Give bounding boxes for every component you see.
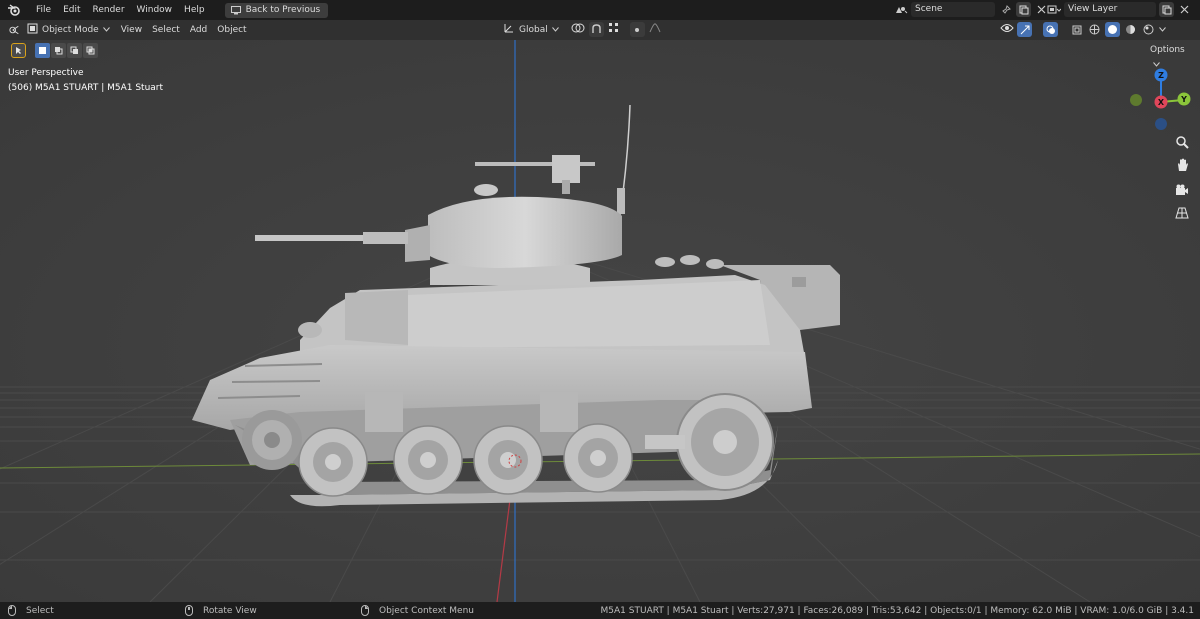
back-to-previous-button[interactable]: Back to Previous <box>224 2 329 18</box>
scene-browse-icon[interactable] <box>893 2 908 17</box>
navigation-gizmo[interactable]: Z Y X <box>1123 65 1198 140</box>
menu-view[interactable]: View <box>116 20 147 40</box>
selection-mode-group <box>35 43 98 58</box>
back-to-previous-label: Back to Previous <box>245 4 321 15</box>
view-layer-browse-icon[interactable] <box>1046 2 1061 17</box>
menu-file[interactable]: File <box>30 0 57 20</box>
gizmo-z-label: Z <box>1158 71 1164 80</box>
solid-shading-icon[interactable] <box>1105 22 1120 37</box>
menu-help[interactable]: Help <box>178 0 211 20</box>
select-tool-icon[interactable] <box>11 43 26 58</box>
mouse-right-icon <box>361 605 369 616</box>
pivot-point-icon[interactable] <box>571 22 585 37</box>
status-bar: Select Rotate View Object Context Menu M… <box>0 602 1200 619</box>
menu-edit[interactable]: Edit <box>57 0 86 20</box>
chevron-down-icon <box>551 25 559 35</box>
options-dropdown[interactable]: Options <box>1144 43 1200 67</box>
menu-add[interactable]: Add <box>185 20 212 40</box>
mouse-middle-icon <box>185 605 193 616</box>
object-mode-icon <box>27 23 38 37</box>
material-shading-icon[interactable] <box>1123 22 1138 37</box>
viewport-display-controls <box>1000 22 1166 37</box>
zoom-view-icon[interactable] <box>1172 132 1192 152</box>
pin-icon[interactable] <box>998 2 1013 17</box>
rendered-shading-icon[interactable] <box>1141 22 1156 37</box>
new-scene-icon[interactable] <box>1016 2 1031 17</box>
visibility-icon[interactable] <box>1000 23 1014 36</box>
object-info: (506) M5A1 STUART | M5A1 Stuart <box>8 83 164 93</box>
gizmo-y-label: Y <box>1180 95 1187 104</box>
transform-orientation-dropdown[interactable]: Global <box>519 25 548 35</box>
snap-toggle-icon[interactable] <box>588 22 604 37</box>
hint-context-menu: Object Context Menu <box>361 605 474 616</box>
menu-select[interactable]: Select <box>147 20 185 40</box>
proportional-edit-icon[interactable] <box>629 22 645 37</box>
transform-orientation-icon[interactable] <box>503 22 515 37</box>
wireframe-shading-icon[interactable] <box>1087 22 1102 37</box>
delete-view-layer-icon[interactable] <box>1177 2 1192 17</box>
object-mode-label: Object Mode <box>42 25 99 35</box>
menu-window[interactable]: Window <box>131 0 179 20</box>
editor-type-icon[interactable] <box>8 23 23 38</box>
chevron-down-icon <box>102 25 110 35</box>
object-mode-dropdown[interactable]: Object Mode <box>27 23 110 37</box>
blender-logo-icon[interactable] <box>6 2 22 18</box>
shading-options-chevron-icon[interactable] <box>1159 25 1166 35</box>
transform-controls: Global <box>503 22 661 37</box>
mouse-left-icon <box>8 605 16 616</box>
hint-select: Select <box>8 605 54 616</box>
overlays-toggle-icon[interactable] <box>1043 22 1058 37</box>
menu-render[interactable]: Render <box>87 0 131 20</box>
select-new-icon[interactable] <box>35 43 50 58</box>
orthographic-toggle-icon[interactable] <box>1172 203 1192 223</box>
view-layer-selector: View Layer <box>1046 2 1192 17</box>
scene-statistics: M5A1 STUART | M5A1 Stuart | Verts:27,971… <box>600 605 1194 616</box>
pan-hand-icon[interactable] <box>1172 155 1192 175</box>
falloff-curve-icon[interactable] <box>649 23 661 36</box>
view-name: User Perspective <box>8 68 84 78</box>
select-subtract-icon[interactable] <box>67 43 82 58</box>
scene-name-field[interactable]: Scene <box>911 2 995 17</box>
select-extend-icon[interactable] <box>51 43 66 58</box>
snap-increment-icon[interactable] <box>608 22 620 37</box>
gizmo-toggle-icon[interactable] <box>1017 22 1032 37</box>
new-view-layer-icon[interactable] <box>1159 2 1174 17</box>
top-menu-bar: File Edit Render Window Help Back to Pre… <box>0 0 1200 20</box>
view-layer-name-field[interactable]: View Layer <box>1064 2 1156 17</box>
xray-toggle-icon[interactable] <box>1069 22 1084 37</box>
scene-selector: Scene <box>893 2 1049 17</box>
camera-view-icon[interactable] <box>1172 180 1192 200</box>
screen-icon <box>230 5 241 14</box>
select-intersect-icon[interactable] <box>83 43 98 58</box>
hint-rotate-label: Rotate View <box>203 605 257 616</box>
gizmo-x-label: X <box>1158 98 1165 107</box>
hint-select-label: Select <box>26 605 54 616</box>
hint-rotate: Rotate View <box>185 605 257 616</box>
viewport-scene <box>0 40 1200 602</box>
menu-object[interactable]: Object <box>212 20 251 40</box>
hint-context-label: Object Context Menu <box>379 605 475 616</box>
options-label: Options <box>1150 45 1185 55</box>
